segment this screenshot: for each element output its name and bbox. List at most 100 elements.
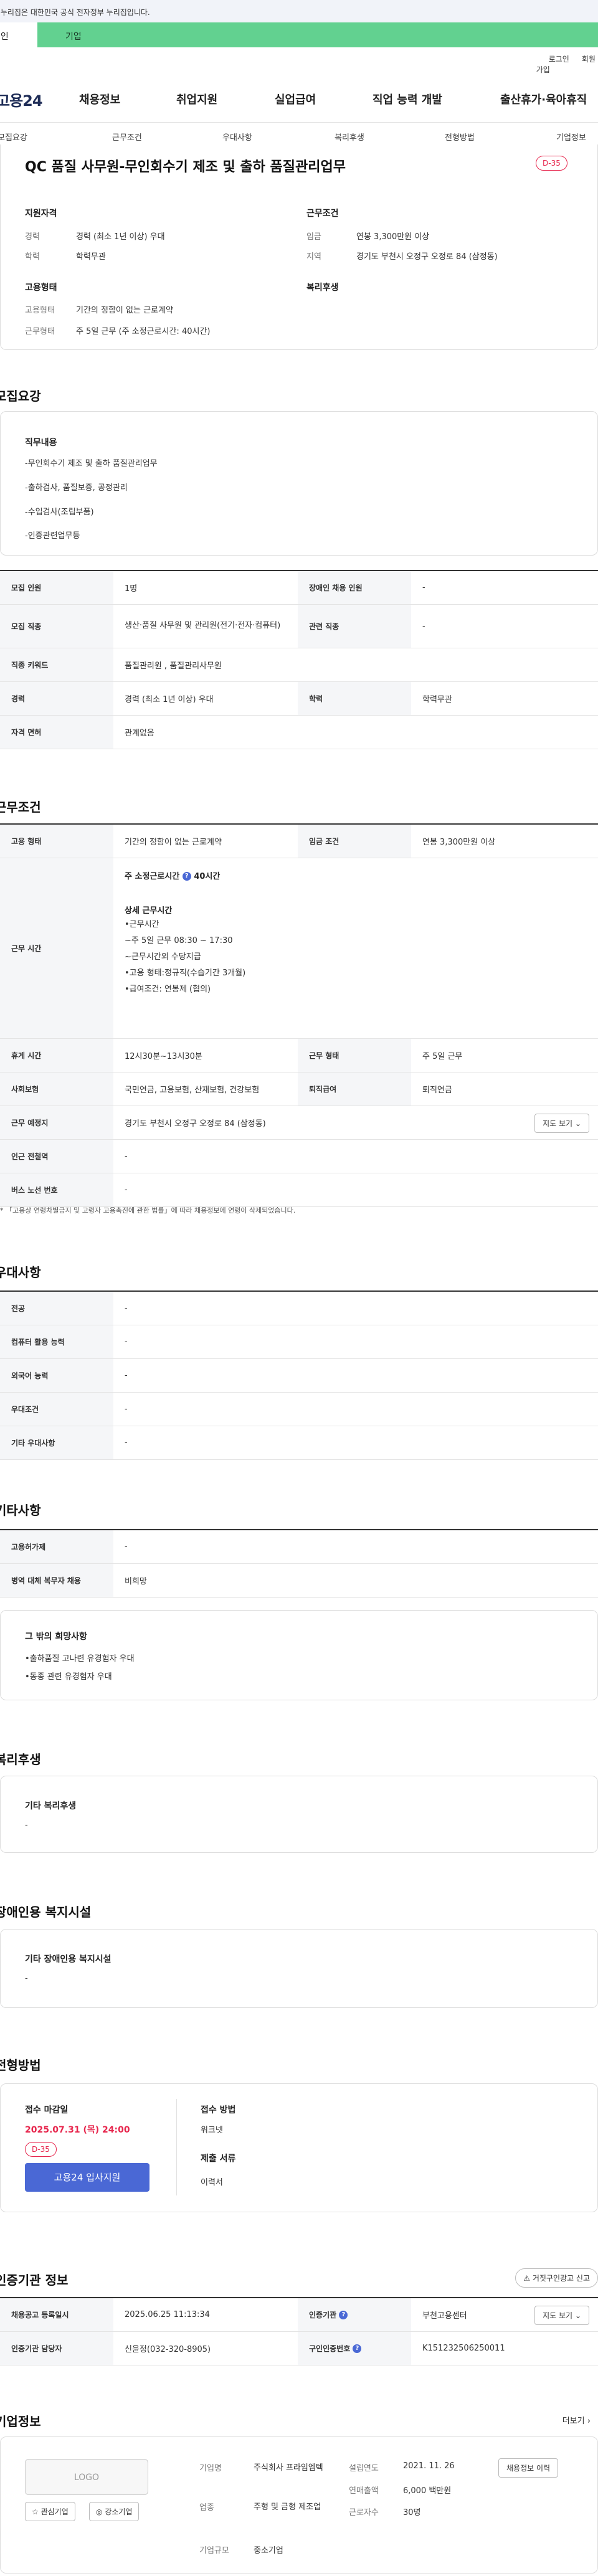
conditions-table: 고용 형태 기간의 정함이 없는 근로계약 임금 조건 연봉 3,300만원 이… — [0, 823, 598, 1207]
table-cell: 학력무관 — [411, 681, 598, 716]
table-header-cell: 자격 면허 — [0, 715, 113, 749]
table-header-cell: 관련 직종 — [298, 604, 411, 648]
table-header-cell: 컴퓨터 활용 능력 — [0, 1325, 113, 1359]
dday-badge: D-35 — [25, 2142, 57, 2157]
duty-title: 직무내용 — [25, 438, 57, 448]
more-link[interactable]: 더보기 › — [562, 2414, 591, 2426]
table-header-cell: 사회보험 — [0, 1072, 113, 1106]
report-button-label: 거짓구인광고 신고 — [532, 2274, 590, 2283]
table-row: 버스 노선 번호 - — [0, 1173, 598, 1207]
table-row: 모집 인원 1명 장애인 채용 인원 - — [0, 571, 598, 605]
duty-line: -수입검사(조립부품) — [25, 508, 94, 517]
duty-line: -인증관련업무등 — [25, 531, 80, 541]
qualification-label: 지원자격 — [25, 209, 57, 219]
chevron-down-icon: ⌄ — [574, 1119, 581, 1128]
gnb-item-parental-leave[interactable]: 출산휴가·육아휴직 — [500, 91, 587, 107]
table-row: 전공 - — [0, 1291, 598, 1325]
strong-company-label: 강소기업 — [105, 2507, 133, 2516]
report-button[interactable]: ⚠ 거짓구인광고 신고 — [515, 2268, 598, 2288]
info-icon[interactable]: ? — [353, 2344, 362, 2353]
employment-type-label: 고용형태 — [25, 283, 57, 293]
size-value: 중소기업 — [254, 2546, 283, 2555]
table-cell: - — [411, 571, 598, 605]
hiring-history-button[interactable]: 채용정보 이력 — [498, 2458, 559, 2478]
strong-company-button[interactable]: ◎ 강소기업 — [89, 2502, 140, 2521]
hours-detail-line: ~근무시간외 수당지급 — [125, 952, 201, 962]
wish-line: •출하품질 고나련 유경험자 우대 — [25, 1654, 135, 1664]
subnav-recruit[interactable]: 모집요강 — [0, 131, 27, 143]
gnb-item-jobs[interactable]: 채용정보 — [79, 91, 120, 107]
cert-map-button-label: 지도 보기 — [543, 2311, 573, 2320]
table-header-cell: 고용 형태 — [0, 824, 113, 858]
founded-key: 설립연도 — [349, 2464, 379, 2473]
career-value: 경력 (최소 1년 이상) 우대 — [76, 232, 165, 242]
worktype-value: 주 5일 근무 (주 소정근로시간: 40시간) — [76, 327, 211, 336]
gov-banner-text: 이 누리집은 대한민국 공식 전자정부 누리집입니다. — [0, 8, 150, 17]
table-cell: 품질관리원 , 품질관리사무원 — [113, 648, 598, 682]
table-row: 모집 직종 생산·품질 사무원 및 관리원(전기·전자·컴퓨터) 관련 직종 - — [0, 604, 598, 648]
more-link-label: 더보기 — [562, 2417, 585, 2426]
table-header-cell: 우대조건 — [0, 1392, 113, 1426]
wish-line: •동종 관련 유경험자 우대 — [25, 1672, 112, 1682]
method-value: 워크넷 — [201, 2126, 223, 2135]
size-key: 기업규모 — [199, 2546, 229, 2555]
table-row: 근무 예정지 경기도 부천시 오정구 오정로 84 (삼정동) 지도 보기 ⌄ — [0, 1106, 598, 1140]
wage-value: 연봉 3,300만원 이상 — [356, 232, 430, 242]
map-button[interactable]: 지도 보기 ⌄ — [534, 1113, 589, 1133]
interest-company-label: 관심기업 — [40, 2507, 69, 2516]
table-header-cell: 인증기관 ? — [298, 2298, 411, 2332]
info-icon[interactable]: ? — [339, 2311, 348, 2320]
company-logo: LOGO — [25, 2459, 148, 2495]
report-icon: ⚠ — [523, 2274, 531, 2283]
preference-section-title: 우대사항 — [0, 1265, 41, 1280]
chevron-down-icon: ⌄ — [574, 2311, 581, 2320]
table-row: 경력 경력 (최소 1년 이상) 우대 학력 학력무관 — [0, 681, 598, 716]
table-cell: - — [113, 1325, 598, 1359]
table-row: 사회보험 국민연금, 고용보험, 산재보험, 건강보험 퇴직급여 퇴직연금 — [0, 1072, 598, 1106]
table-cell: - — [113, 1426, 598, 1460]
table-row: 고용허가제 - — [0, 1530, 598, 1564]
deadline-label: 접수 마감일 — [25, 2105, 69, 2115]
gnb-item-vocational-training[interactable]: 직업 능력 개발 — [373, 91, 442, 107]
apply-button[interactable]: 고용24 입사지원 — [25, 2163, 150, 2192]
subnav-welfare[interactable]: 복리후생 — [335, 131, 364, 143]
subnav-company[interactable]: 기업정보 — [556, 131, 586, 143]
cert-table: 채용공고 등록일시 2025.06.25 11:13:34 인증기관 ? 부천고… — [0, 2297, 598, 2365]
subnav-conditions[interactable]: 근무조건 — [112, 131, 142, 143]
login-link[interactable]: 로그인 — [549, 55, 569, 64]
tab-individual[interactable]: 개인 — [0, 22, 37, 47]
table-header-cell: 기타 우대사항 — [0, 1426, 113, 1460]
gnb-item-employment-support[interactable]: 취업지원 — [176, 91, 217, 107]
cert-no-header-label: 구인인증번호 — [309, 2344, 351, 2353]
deadline-value: 2025.07.31 (목) 24:00 — [25, 2125, 130, 2135]
table-header-cell: 인증기관 담당자 — [0, 2331, 113, 2365]
table-header-cell: 버스 노선 번호 — [0, 1173, 113, 1207]
subnav-preference[interactable]: 우대사항 — [222, 131, 252, 143]
emptype-key: 고용형태 — [25, 306, 55, 315]
welfare-label: 복리후생 — [306, 283, 339, 293]
cert-map-button[interactable]: 지도 보기 ⌄ — [534, 2306, 589, 2325]
subnav-selection[interactable]: 전형방법 — [445, 131, 475, 143]
industry-key: 업종 — [199, 2503, 214, 2512]
table-cell: - — [113, 1291, 598, 1325]
table-header-cell: 근무 예정지 — [0, 1106, 113, 1140]
interest-company-button[interactable]: ☆ 관심기업 — [25, 2502, 75, 2521]
work-place-value: 경기도 부천시 오정구 오정로 84 (삼정동) — [125, 1119, 266, 1129]
weekly-hours-value: 40시간 — [194, 871, 221, 881]
hours-detail-line: •고용 형태:정규직(수습기간 3개월) — [125, 968, 246, 978]
table-cell: - — [411, 604, 598, 648]
table-row: 컴퓨터 활용 능력 - — [0, 1325, 598, 1359]
info-icon[interactable]: ? — [182, 872, 191, 881]
site-logo[interactable]: 고용24 — [0, 88, 43, 110]
duty-line: -출하검사, 품질보증, 공정관리 — [25, 483, 128, 493]
tab-corporate[interactable]: 기업 — [37, 22, 598, 47]
table-cell: 기간의 정함이 없는 근로계약 — [113, 824, 298, 858]
table-header-cell: 인근 전철역 — [0, 1139, 113, 1173]
table-cell: 관계없음 — [113, 715, 598, 749]
facility-card — [0, 1929, 598, 2008]
table-cell: 12시30분~13시30분 — [113, 1038, 298, 1073]
gov-banner: 이 누리집은 대한민국 공식 전자정부 누리집입니다. — [0, 0, 598, 22]
staff-value: 30명 — [403, 2508, 421, 2517]
gnb-item-unemployment-benefit[interactable]: 실업급여 — [275, 91, 316, 107]
weekly-hours-line: 주 소정근로시간 ? 40시간 — [125, 869, 587, 881]
